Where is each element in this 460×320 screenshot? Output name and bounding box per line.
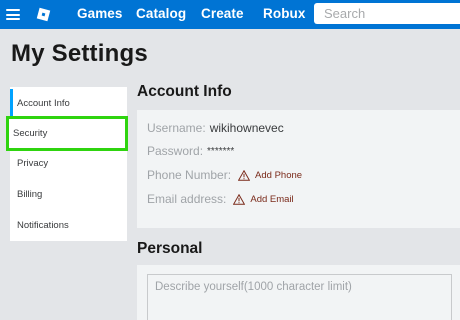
- username-value: wikihownevec: [209, 121, 284, 135]
- email-row: Email address: Add Email: [147, 192, 294, 206]
- sidebar-item-privacy[interactable]: Privacy: [10, 148, 127, 178]
- phone-row: Phone Number: Add Phone: [147, 168, 302, 182]
- sidebar-item-label: Account Info: [17, 97, 70, 109]
- personal-card: [137, 265, 460, 320]
- settings-sidebar: Account Info Privacy Billing Notificatio…: [10, 87, 127, 241]
- password-value: *******: [207, 145, 235, 157]
- sidebar-item-notifications[interactable]: Notifications: [10, 210, 127, 240]
- sidebar-item-label: Privacy: [17, 157, 49, 169]
- sidebar-item-label: Notifications: [17, 219, 69, 231]
- sidebar-item-label: Billing: [17, 188, 43, 200]
- search-box[interactable]: [314, 3, 460, 24]
- sidebar-item-account-info[interactable]: Account Info: [10, 88, 127, 118]
- add-phone-link[interactable]: Add Phone: [238, 169, 303, 181]
- sidebar-item-security[interactable]: Security: [6, 116, 128, 151]
- hamburger-menu-icon[interactable]: [6, 9, 20, 20]
- sidebar-item-billing[interactable]: Billing: [10, 179, 127, 209]
- email-label: Email address:: [147, 192, 227, 206]
- password-row: Password: *******: [147, 144, 234, 158]
- description-box: [147, 274, 452, 320]
- account-info-heading: Account Info: [137, 83, 232, 100]
- username-row: Username: wikihownevec: [147, 121, 284, 135]
- sidebar-item-label: Security: [13, 128, 48, 139]
- page-title: My Settings: [11, 40, 148, 67]
- description-textarea[interactable]: [148, 275, 451, 320]
- add-phone-label: Add Phone: [255, 169, 303, 181]
- password-label: Password:: [147, 144, 204, 158]
- warning-triangle-icon: [238, 169, 251, 181]
- add-email-label: Add Email: [250, 193, 294, 205]
- roblox-logo-icon[interactable]: [36, 7, 51, 22]
- nav-robux-link[interactable]: Robux: [263, 6, 306, 21]
- search-input[interactable]: [314, 3, 460, 24]
- account-info-card: Username: wikihownevec Password: *******…: [137, 110, 460, 228]
- add-email-link[interactable]: Add Email: [233, 193, 294, 205]
- nav-games-link[interactable]: Games: [77, 6, 123, 21]
- username-label: Username:: [147, 121, 206, 135]
- nav-catalog-link[interactable]: Catalog: [136, 6, 186, 21]
- personal-heading: Personal: [137, 240, 203, 257]
- nav-create-link[interactable]: Create: [201, 6, 244, 21]
- top-navbar: Games Catalog Create Robux: [0, 0, 460, 29]
- warning-triangle-icon: [233, 193, 246, 205]
- phone-label: Phone Number:: [147, 168, 232, 182]
